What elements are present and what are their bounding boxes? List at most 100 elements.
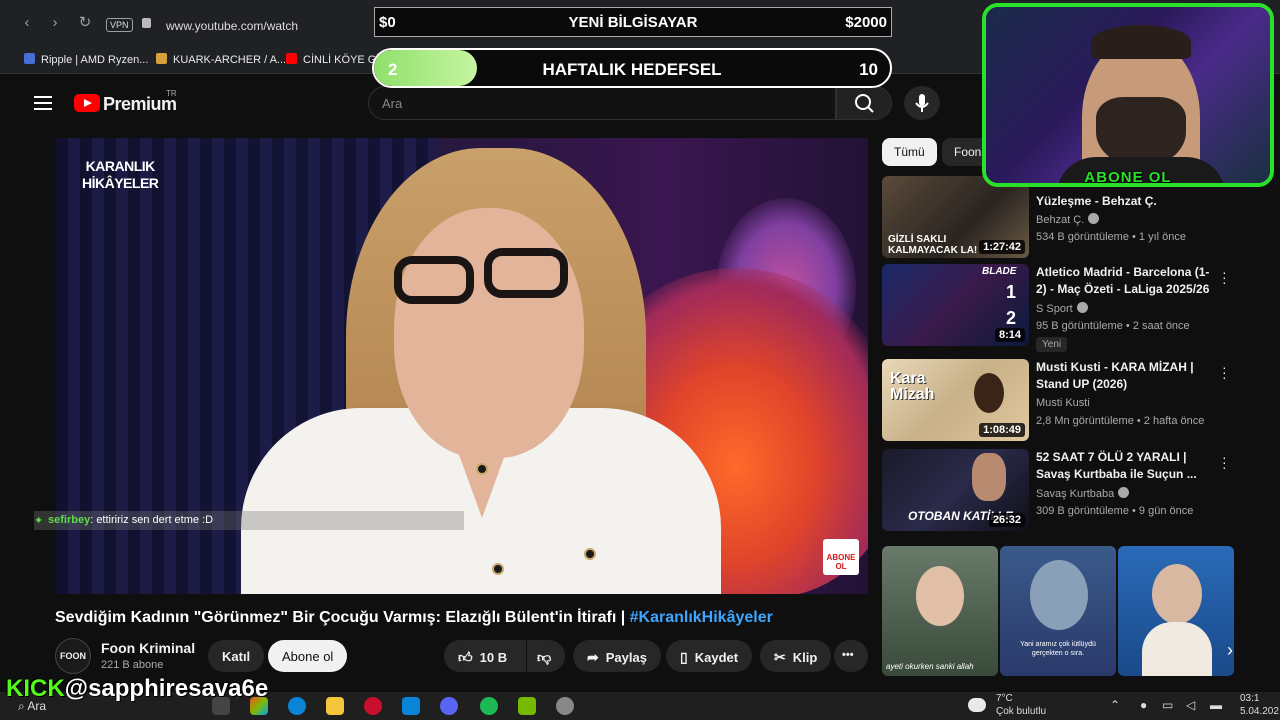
recommendation-item[interactable]: BLADE 1 2 8:14 Atletico Madrid - Barcelo… (882, 264, 1242, 352)
recommendation-meta: 95 B görüntüleme • 2 saat önce (1036, 320, 1190, 332)
video-thumbnail[interactable]: Kara Mizah 1:08:49 (882, 359, 1029, 441)
chevron-up-icon[interactable]: ⌃ (1110, 698, 1120, 712)
nvidia-icon[interactable] (518, 697, 536, 715)
recommendation-item[interactable]: GİZLİ SAKLI KALMAYACAK LA! 1:27:42 Yüzle… (882, 176, 1242, 260)
dislike-button[interactable]: 👎︎ (527, 640, 565, 672)
chat-badge-icon: ✦ (34, 515, 44, 527)
vpn-badge[interactable]: VPN (106, 18, 133, 32)
video-thumbnail[interactable]: OTOBAN KATİLLE 26:32 (882, 449, 1029, 531)
more-actions-button[interactable]: ••• (834, 640, 868, 672)
verified-icon (1076, 302, 1088, 313)
bookmark-icon: ▯ (680, 649, 688, 665)
app-icon[interactable] (556, 697, 574, 715)
webcam-subscribe-label: ABONE OL (1084, 169, 1172, 186)
spotify-icon[interactable] (480, 697, 498, 715)
streamer-webcam: ABONE OL (982, 3, 1274, 187)
video-duration: 26:32 (988, 513, 1025, 527)
subscribe-badge-label: ABONE OL (826, 553, 856, 571)
mail-icon[interactable] (402, 697, 420, 715)
recommendation-title[interactable]: Atletico Madrid - Barcelona (1-2) - Maç … (1036, 264, 1216, 298)
goal-label: YENİ BİLGİSAYAR (568, 14, 698, 31)
network-icon[interactable]: ▭ (1162, 698, 1173, 712)
lock-icon[interactable] (142, 18, 151, 28)
weather-temp: 7°C (996, 693, 1013, 704)
shorts-person (1152, 564, 1202, 624)
clip-button[interactable]: ✂ Klip (760, 640, 832, 672)
thumbs-down-icon: 👎︎ (537, 649, 552, 665)
shorts-person (1030, 560, 1088, 630)
clock[interactable]: 03:1 5.04.202 (1240, 692, 1279, 718)
recommendation-channel[interactable]: Behzat Ç. (1036, 213, 1100, 226)
share-button[interactable]: ➦ Paylaş (573, 640, 661, 672)
goal-label: HAFTALIK HEDEFSEL (542, 60, 722, 79)
screen: ‹ › ↻ VPN www.youtube.com/watch Ripple |… (0, 0, 1280, 720)
address-bar[interactable]: www.youtube.com/watch (166, 19, 298, 33)
bookmark-label: Ripple | AMD Ryzen... (41, 54, 149, 66)
recommendation-item[interactable]: OTOBAN KATİLLE 26:32 52 SAAT 7 ÖLÜ 2 YAR… (882, 449, 1242, 533)
like-count: 10 B (479, 650, 508, 665)
recommendation-title[interactable]: 52 SAAT 7 ÖLÜ 2 YARALI | Savaş Kurtbaba … (1036, 449, 1216, 483)
youtube-logo-icon[interactable] (74, 94, 100, 112)
logo-line: HİKÂYELER (82, 175, 159, 191)
chevron-right-icon[interactable]: › (1216, 636, 1244, 664)
recommendation-title[interactable]: Yüzleşme - Behzat Ç. (1036, 193, 1216, 210)
video-thumbnail[interactable]: BLADE 1 2 8:14 (882, 264, 1029, 346)
chat-message: ✦ sefirbey: ettiririz sen dert etme :D (34, 511, 464, 530)
shorts-person (916, 566, 964, 626)
video-title-text: Sevdiğim Kadının "Görünmez" Bir Çocuğu V… (55, 609, 630, 626)
score-home: 1 (1006, 282, 1017, 302)
volume-icon[interactable]: ◁ (1186, 698, 1195, 712)
video-duration: 1:08:49 (979, 423, 1025, 437)
recommendation-title[interactable]: Musti Kusti - KARA MİZAH | Stand UP (202… (1036, 359, 1216, 393)
subscribe-button[interactable]: Abone ol (268, 640, 348, 672)
weather-widget[interactable]: 7°C Çok bulutlu (996, 692, 1046, 718)
opera-icon[interactable] (364, 697, 382, 715)
kick-handle-overlay: KICK@sapphiresava6e (6, 675, 268, 703)
thumbnail-text: BLADE (982, 266, 1017, 277)
edge-icon[interactable] (288, 697, 306, 715)
more-options-icon[interactable]: · · · (1222, 265, 1227, 289)
subscribe-badge[interactable]: ABONE OL (823, 539, 859, 575)
bookmark-item[interactable]: KUARK-ARCHER / A... (156, 53, 286, 66)
more-options-icon[interactable]: · · · (1222, 450, 1227, 474)
verified-icon (1088, 213, 1100, 224)
shorts-item[interactable]: Yani aramız çok iütlüydü gerçekten o sır… (1000, 546, 1116, 676)
save-button[interactable]: ▯ Kaydet (666, 640, 753, 672)
recommendation-channel[interactable]: Musti Kusti (1036, 397, 1090, 409)
like-button[interactable]: 👍︎ 10 B (444, 640, 526, 672)
weather-desc: Çok bulutlu (996, 706, 1047, 717)
clock-time: 03:1 (1240, 693, 1260, 704)
recommendation-meta: 309 B görüntüleme • 9 gün önce (1036, 505, 1194, 517)
forward-icon[interactable]: › (46, 14, 64, 32)
thumbs-up-icon: 👍︎ (458, 649, 473, 665)
channel-avatar[interactable]: FOON (55, 638, 91, 674)
recommendation-channel[interactable]: Savaş Kurtbaba (1036, 487, 1130, 500)
video-hashtag-link[interactable]: #KaranlıkHikâyeler (630, 609, 773, 626)
battery-icon[interactable]: ▬ (1210, 698, 1222, 712)
channel-label: Musti Kusti (1036, 397, 1090, 409)
recommendation-channel[interactable]: S Sport (1036, 302, 1088, 315)
menu-icon[interactable] (34, 96, 52, 110)
discord-icon[interactable] (440, 697, 458, 715)
reload-icon[interactable]: ↻ (76, 14, 94, 32)
microphone-icon[interactable]: ● (1140, 698, 1147, 712)
back-icon[interactable]: ‹ (18, 14, 36, 32)
bookmark-item[interactable]: Ripple | AMD Ryzen... (24, 53, 148, 66)
more-options-icon[interactable]: · · · (1222, 360, 1227, 384)
share-icon: ➦ (587, 649, 599, 665)
voice-search-button[interactable] (904, 86, 940, 120)
kick-logo: KICK (6, 675, 65, 702)
thumbnail-text: Kara Mizah (890, 370, 935, 403)
chip-all[interactable]: Tümü (882, 138, 937, 166)
chat-text: : ettiririz sen dert etme :D (90, 514, 214, 526)
channel-label: Savaş Kurtbaba (1036, 488, 1115, 500)
video-thumbnail[interactable]: GİZLİ SAKLI KALMAYACAK LA! 1:27:42 (882, 176, 1029, 258)
recommendation-item[interactable]: Kara Mizah 1:08:49 Musti Kusti - KARA Mİ… (882, 359, 1242, 443)
search-button[interactable] (836, 86, 892, 120)
search-input[interactable]: Ara (368, 86, 836, 120)
join-button[interactable]: Katıl (208, 640, 265, 672)
shorts-item[interactable]: ayeti okurken sanki allah (882, 546, 998, 676)
video-duration: 8:14 (994, 328, 1025, 342)
folder-icon[interactable] (326, 697, 344, 715)
channel-name[interactable]: Foon Kriminal (101, 640, 195, 656)
